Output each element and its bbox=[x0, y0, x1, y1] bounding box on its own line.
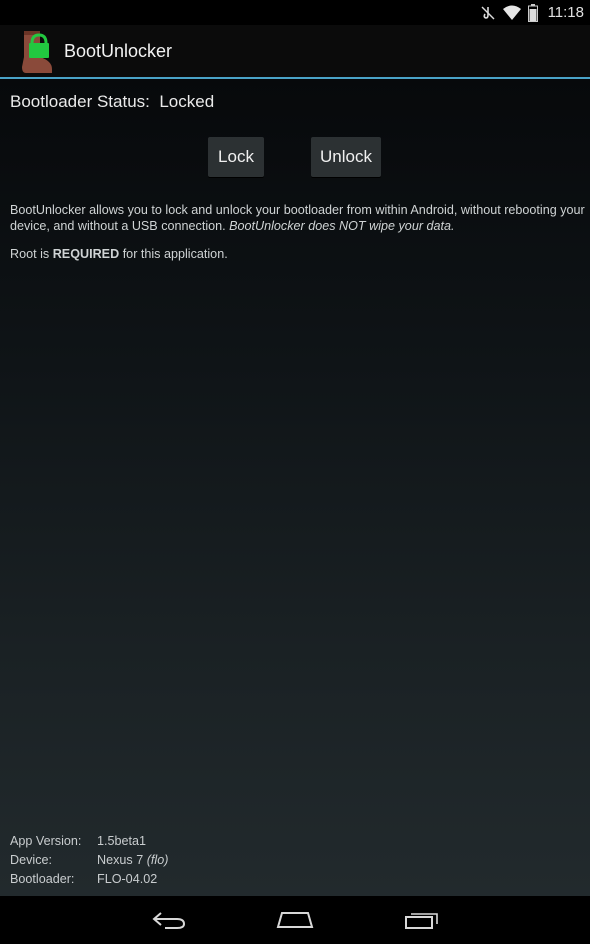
app-title: BootUnlocker bbox=[64, 40, 173, 61]
back-button[interactable] bbox=[149, 906, 189, 934]
root-emphasis: REQUIRED bbox=[52, 247, 120, 261]
status-bar: 11:18 bbox=[0, 0, 590, 25]
action-bar: BootUnlocker bbox=[0, 25, 590, 77]
bootloader-status: Bootloader Status: Locked bbox=[10, 92, 214, 112]
root-prefix: Root is bbox=[10, 247, 50, 261]
unlock-button[interactable]: Unlock bbox=[311, 137, 381, 177]
app-version-label: App Version: bbox=[10, 834, 82, 848]
recent-apps-icon bbox=[405, 913, 438, 929]
home-button[interactable] bbox=[275, 906, 315, 934]
status-value: Locked bbox=[159, 92, 215, 111]
boot-lock-icon[interactable] bbox=[18, 27, 54, 75]
info-row-device: Device: Nexus 7 (flo) bbox=[10, 851, 168, 870]
description-note: BootUnlocker does NOT wipe your data. bbox=[229, 219, 455, 233]
root-requirement: Root is REQUIRED for this application. bbox=[10, 247, 228, 261]
device-value: Nexus 7 (flo) bbox=[97, 851, 168, 870]
wifi-icon bbox=[502, 5, 521, 20]
info-row-bootloader: Bootloader: FLO-04.02 bbox=[10, 870, 168, 889]
device-codename: (flo) bbox=[146, 853, 169, 867]
info-panel: App Version: 1.5beta1 Device: Nexus 7 (f… bbox=[10, 832, 168, 889]
battery-icon bbox=[527, 3, 538, 22]
recent-apps-button[interactable] bbox=[402, 906, 442, 934]
root-suffix: for this application. bbox=[122, 247, 228, 261]
device-label: Device: bbox=[10, 853, 52, 867]
clock: 11:18 bbox=[547, 4, 584, 21]
main-content: Bootloader Status: Locked Lock Unlock Bo… bbox=[0, 79, 590, 896]
lock-button[interactable]: Lock bbox=[208, 137, 264, 177]
status-label: Bootloader Status: bbox=[10, 92, 150, 111]
home-icon bbox=[276, 912, 314, 928]
bootloader-value: FLO-04.02 bbox=[97, 872, 158, 886]
muted-icon bbox=[481, 6, 495, 19]
navigation-bar bbox=[0, 896, 590, 944]
info-row-app-version: App Version: 1.5beta1 bbox=[10, 832, 168, 851]
bootloader-label: Bootloader: bbox=[10, 872, 75, 886]
app-version-value: 1.5beta1 bbox=[97, 834, 147, 848]
description: BootUnlocker allows you to lock and unlo… bbox=[10, 202, 585, 234]
device-model: Nexus 7 bbox=[97, 853, 144, 867]
back-icon bbox=[152, 912, 186, 929]
